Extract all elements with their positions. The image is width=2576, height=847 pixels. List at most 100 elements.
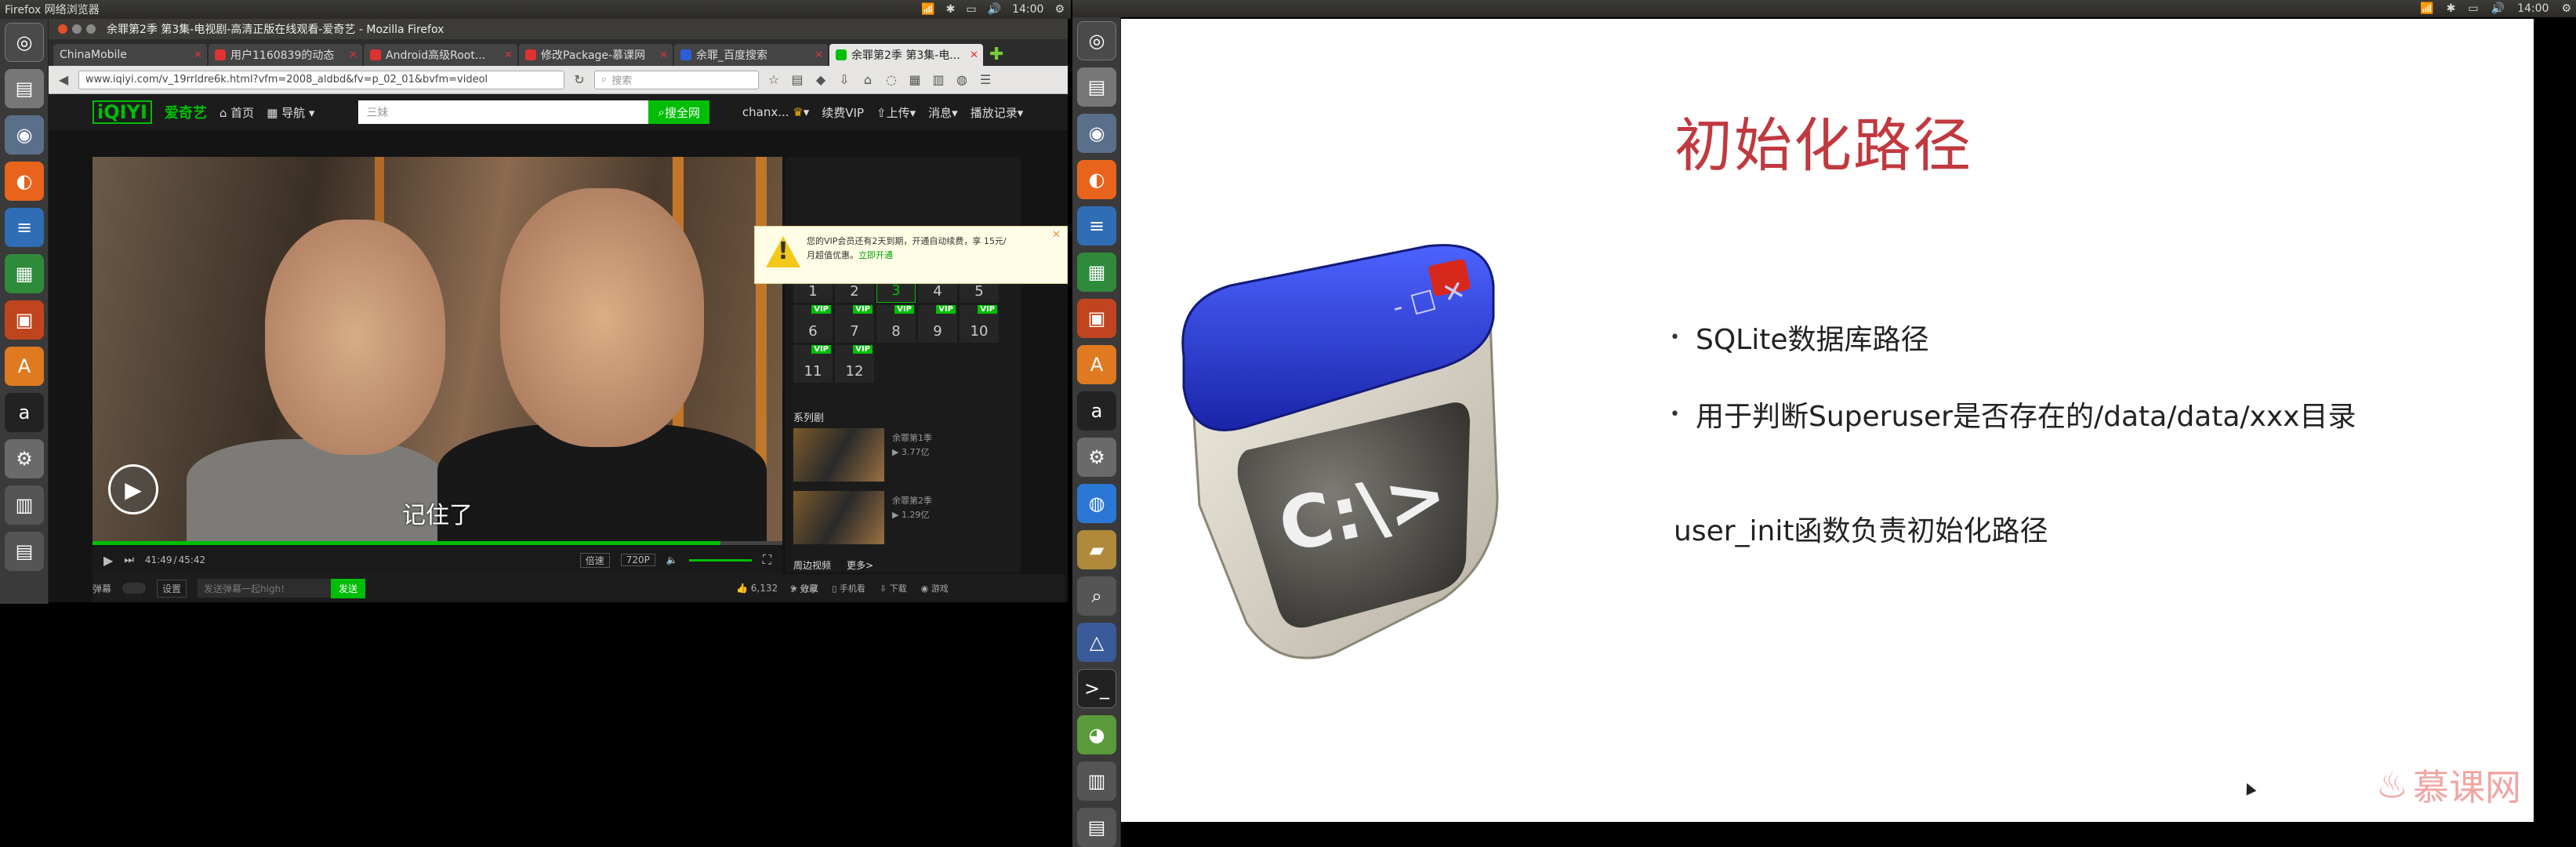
trash-icon[interactable]: ▤ (5, 532, 44, 571)
activate-link[interactable]: 立即开通 (858, 250, 893, 260)
firefox-icon[interactable]: ◐ (5, 162, 44, 201)
danmu-toggle[interactable] (122, 583, 147, 594)
settings-gear-icon[interactable]: ⚙ (2561, 2, 2571, 15)
episode-12[interactable]: VIP 12 (835, 345, 874, 383)
tab-user-feed[interactable]: 用户1160839的动态 ✕ (209, 44, 362, 66)
files-icon[interactable]: ▤ (5, 69, 44, 108)
folder-icon[interactable]: ▰ (1077, 530, 1116, 569)
episode-6[interactable]: VIP 6 (793, 305, 833, 343)
episode-8[interactable]: VIP 8 (876, 305, 916, 343)
amazon-icon[interactable]: a (1077, 391, 1116, 431)
impress-icon[interactable]: ▣ (5, 300, 44, 340)
video-player[interactable]: ▶ 记住了 (93, 157, 782, 541)
android-studio-icon[interactable]: △ (1077, 623, 1116, 662)
iqiyi-logo-text[interactable]: 爱奇艺 (165, 102, 207, 122)
user-menu[interactable]: chanx... ♛▾ (742, 105, 809, 119)
site-search-button[interactable]: ⌕ 搜全网 (648, 100, 709, 124)
files-icon[interactable]: ▤ (1077, 67, 1116, 107)
close-tab-icon[interactable]: ✕ (194, 49, 202, 61)
trash-icon[interactable]: ▤ (1077, 808, 1116, 847)
episode-11[interactable]: VIP 11 (793, 345, 833, 383)
ubuntu-dash-icon[interactable]: ◎ (1077, 21, 1116, 60)
volume-slider[interactable] (688, 558, 752, 562)
chat-icon[interactable]: ◌ (883, 72, 900, 87)
danmu-settings[interactable]: 设置 (157, 579, 187, 598)
nav-home[interactable]: ⌂ 首页 (220, 104, 254, 121)
back-arrow-icon[interactable]: ◀ (55, 72, 72, 87)
history-menu[interactable]: 播放记录▾ (971, 104, 1024, 121)
bluetooth-icon[interactable]: ✱ (946, 3, 956, 16)
episode-9[interactable]: VIP 9 (918, 305, 957, 343)
volume-icon[interactable]: 🔈 (666, 554, 678, 565)
ubuntu-dash-icon[interactable]: ◎ (5, 23, 44, 62)
tab-chinamobile[interactable]: ChinaMobile ✕ (53, 44, 207, 66)
clipboard-icon[interactable]: ▤ (789, 72, 806, 87)
magnifier-icon[interactable]: ⌕ (1077, 576, 1116, 616)
reload-icon[interactable]: ↻ (571, 72, 588, 87)
pocket-icon[interactable]: ◆ (812, 72, 829, 87)
speed-button[interactable]: 倍速 (579, 552, 610, 568)
series-title[interactable]: 余罪第1季 (892, 431, 932, 445)
close-tab-icon[interactable]: ✕ (349, 49, 357, 61)
extension-icon[interactable]: ▦ (906, 72, 923, 87)
new-tab-plus-icon[interactable]: ✚ (989, 45, 1003, 64)
workspace-icon[interactable]: ▥ (5, 485, 44, 525)
tab-iqiyi[interactable]: 余罪第2季 第3集-电... ✕ (829, 44, 983, 66)
disk-icon[interactable]: ◉ (1077, 114, 1116, 153)
series-title[interactable]: 余罪第2季 (892, 494, 932, 508)
software-center-icon[interactable]: A (1077, 345, 1116, 384)
series-thumbnail[interactable] (793, 428, 884, 482)
close-window-icon[interactable] (58, 24, 67, 34)
vip-renew-link[interactable]: 续费VIP (822, 104, 864, 121)
nav-guide[interactable]: ▦ 导航 ▾ (267, 104, 314, 121)
software-center-icon[interactable]: A (5, 347, 44, 386)
workspace-icon[interactable]: ▥ (1077, 762, 1116, 801)
series-item[interactable]: 余罪第1季 ▶ 3.77亿 (793, 428, 1021, 483)
calc-icon[interactable]: ▦ (5, 254, 44, 293)
home-icon[interactable]: ⌂ (859, 72, 876, 87)
danmu-input[interactable]: 发送弹幕一起high! (198, 579, 332, 598)
mobile-watch-button[interactable]: ▯ 手机看 (832, 582, 865, 594)
impress-icon[interactable]: ▣ (1077, 299, 1116, 338)
battery-icon[interactable]: ▭ (966, 3, 976, 16)
close-tab-icon[interactable]: ✕ (659, 49, 668, 61)
bookmark-star-icon[interactable]: ☆ (765, 72, 782, 87)
close-icon[interactable]: ✕ (1052, 228, 1061, 242)
android-icon[interactable]: ◕ (1077, 715, 1116, 754)
download-icon[interactable]: ⇩ (836, 72, 853, 87)
network-icon[interactable]: 📶 (2420, 2, 2433, 15)
play-icon[interactable]: ▶ (103, 553, 113, 568)
amazon-icon[interactable]: a (5, 393, 44, 432)
series-thumbnail[interactable] (793, 491, 884, 544)
search-bar[interactable]: ⌕ 搜索 (594, 70, 759, 89)
like-button[interactable]: 👍 6,132 (736, 583, 778, 594)
menu-hamburger-icon[interactable]: ☰ (977, 72, 994, 87)
chromium-icon[interactable]: ◍ (1077, 484, 1116, 523)
series-item[interactable]: 余罪第2季 ▶ 1.29亿 (793, 491, 1021, 546)
volume-icon[interactable]: 🔊 (988, 3, 1001, 16)
settings-icon[interactable]: ⚙ (5, 439, 44, 478)
minimize-window-icon[interactable] (72, 24, 82, 34)
next-episode-icon[interactable]: ⏭ (124, 554, 134, 566)
writer-icon[interactable]: ≡ (1077, 206, 1116, 245)
clock[interactable]: 14:00 (1012, 3, 1043, 16)
fullscreen-icon[interactable]: ⛶ (763, 552, 771, 568)
maximize-window-icon[interactable] (86, 24, 96, 34)
sync-icon[interactable]: ◍ (953, 72, 971, 87)
messages-menu[interactable]: 消息▾ (928, 104, 958, 121)
settings-icon[interactable]: ⚙ (1077, 438, 1116, 477)
danmu-send-button[interactable]: 发送 (331, 578, 366, 598)
close-tab-icon[interactable]: ✕ (970, 49, 978, 61)
network-icon[interactable]: 📶 (921, 3, 934, 16)
episode-10[interactable]: VIP 10 (960, 305, 999, 343)
writer-icon[interactable]: ≡ (5, 208, 44, 247)
bluetooth-icon[interactable]: ✱ (2447, 2, 2456, 15)
more-link[interactable]: 更多> (847, 558, 873, 572)
url-bar[interactable]: www.iqiyi.com/v_19rrldre6k.html?vfm=2008… (78, 70, 564, 89)
settings-gear-icon[interactable]: ⚙ (1054, 3, 1065, 16)
volume-icon[interactable]: 🔊 (2491, 2, 2505, 15)
library-icon[interactable]: ▥ (930, 72, 947, 87)
video-progress-bar[interactable] (93, 541, 782, 545)
calc-icon[interactable]: ▦ (1077, 253, 1116, 292)
tab-baidu[interactable]: 余罪_百度搜索 ✕ (674, 44, 828, 66)
